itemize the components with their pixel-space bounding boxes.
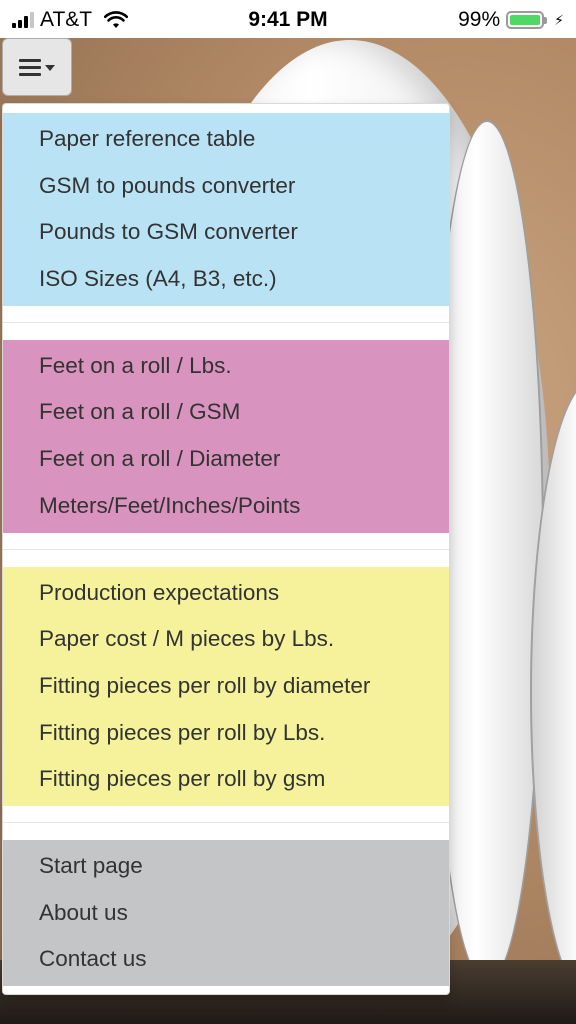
menu-item-contact-us[interactable]: Contact us — [3, 936, 449, 983]
hamburger-menu-icon — [19, 58, 41, 76]
menu-divider — [3, 806, 449, 840]
caret-down-icon — [45, 65, 55, 71]
battery-cap — [544, 17, 548, 24]
menu-item-gsm-to-pounds[interactable]: GSM to pounds converter — [3, 163, 449, 210]
menu-item-about-us[interactable]: About us — [3, 890, 449, 937]
status-bar: AT&T 9:41 PM 99% ⚡ — [0, 0, 576, 38]
battery-percentage: 99% — [458, 8, 501, 31]
menu-group-converters: Paper reference table GSM to pounds conv… — [3, 113, 449, 306]
menu-item-feet-roll-gsm[interactable]: Feet on a roll / GSM — [3, 389, 449, 436]
menu-item-fitting-lbs[interactable]: Fitting pieces per roll by Lbs. — [3, 710, 449, 757]
menu-item-fitting-gsm[interactable]: Fitting pieces per roll by gsm — [3, 756, 449, 803]
status-bar-right: 99% ⚡ — [458, 8, 564, 32]
menu-item-iso-sizes[interactable]: ISO Sizes (A4, B3, etc.) — [3, 256, 449, 303]
menu-item-paper-cost[interactable]: Paper cost / M pieces by Lbs. — [3, 616, 449, 663]
battery-icon — [506, 11, 548, 29]
menu-toggle-button[interactable] — [2, 38, 72, 96]
dropdown-menu: Paper reference table GSM to pounds conv… — [2, 103, 450, 995]
menu-item-production-expectations[interactable]: Production expectations — [3, 570, 449, 617]
menu-item-fitting-diameter[interactable]: Fitting pieces per roll by diameter — [3, 663, 449, 710]
menu-item-pounds-to-gsm[interactable]: Pounds to GSM converter — [3, 209, 449, 256]
menu-item-paper-reference-table[interactable]: Paper reference table — [3, 116, 449, 163]
menu-item-start-page[interactable]: Start page — [3, 843, 449, 890]
menu-group-production: Production expectations Paper cost / M p… — [3, 566, 449, 806]
menu-divider — [3, 306, 449, 340]
charging-bolt-icon: ⚡ — [554, 11, 564, 28]
menu-group-general: Start page About us Contact us — [3, 839, 449, 986]
menu-item-feet-roll-diameter[interactable]: Feet on a roll / Diameter — [3, 436, 449, 483]
menu-group-roll-length: Feet on a roll / Lbs. Feet on a roll / G… — [3, 339, 449, 533]
menu-item-unit-converter[interactable]: Meters/Feet/Inches/Points — [3, 483, 449, 530]
battery-level-fill — [510, 15, 540, 25]
menu-item-feet-roll-lbs[interactable]: Feet on a roll / Lbs. — [3, 343, 449, 390]
menu-divider — [3, 533, 449, 567]
